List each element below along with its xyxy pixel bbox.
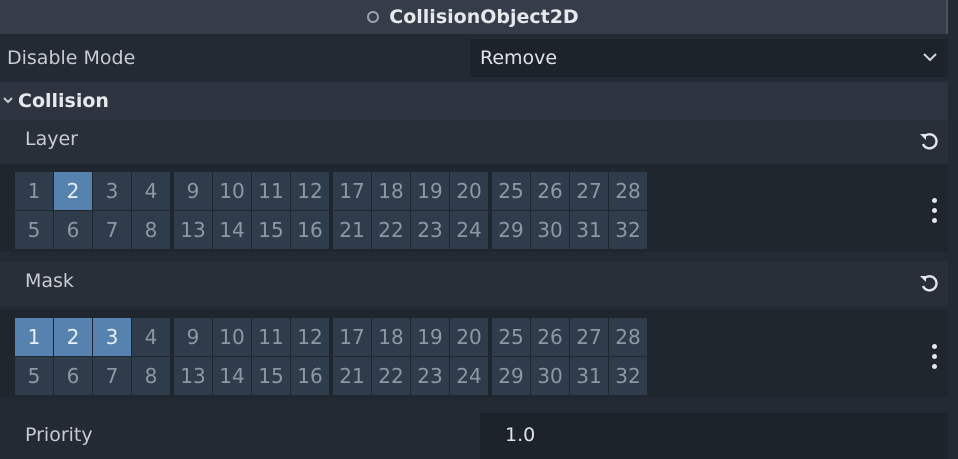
mask-bit-12[interactable]: 12 xyxy=(291,318,329,356)
more-options-icon[interactable] xyxy=(932,198,938,224)
mask-bit-26[interactable]: 26 xyxy=(531,318,569,356)
layer-bit-22[interactable]: 22 xyxy=(372,211,410,249)
layer-bit-24[interactable]: 24 xyxy=(450,211,488,249)
mask-bit-30[interactable]: 30 xyxy=(531,357,569,395)
mask-bit-11[interactable]: 11 xyxy=(252,318,290,356)
layer-bit-23[interactable]: 23 xyxy=(411,211,449,249)
layer-bit-11[interactable]: 11 xyxy=(252,172,290,210)
priority-row: Priority 1.0 xyxy=(0,413,948,459)
layer-bit-7[interactable]: 7 xyxy=(93,211,131,249)
layer-bit-10[interactable]: 10 xyxy=(213,172,251,210)
mask-bit-22[interactable]: 22 xyxy=(372,357,410,395)
mask-grid-area: 1 2 3 4 9 10 11 12 17 18 19 20 25 26 27 28 5 6 7 8 13 14 15 16 2… xyxy=(0,310,948,398)
mask-label: Mask xyxy=(25,270,74,292)
layer-bit-6[interactable]: 6 xyxy=(54,211,92,249)
layer-bit-12[interactable]: 12 xyxy=(291,172,329,210)
layer-bit-32[interactable]: 32 xyxy=(609,211,647,249)
layer-bit-15[interactable]: 15 xyxy=(252,211,290,249)
mask-bit-8[interactable]: 8 xyxy=(132,357,170,395)
inspector-section-header: CollisionObject2D xyxy=(0,0,948,34)
layer-grid-area: 1 2 3 4 9 10 11 12 17 18 19 20 25 26 27 28 5 6 7 8 13 14 15 16 2… xyxy=(0,164,948,252)
collision-object-icon xyxy=(367,11,380,23)
layer-bit-9[interactable]: 9 xyxy=(174,172,212,210)
layer-bit-5[interactable]: 5 xyxy=(15,211,53,249)
layer-bit-1[interactable]: 1 xyxy=(15,172,53,210)
mask-bit-5[interactable]: 5 xyxy=(15,357,53,395)
chevron-down-icon xyxy=(923,53,937,62)
layer-bit-17[interactable]: 17 xyxy=(333,172,371,210)
mask-bit-15[interactable]: 15 xyxy=(252,357,290,395)
mask-bit-9[interactable]: 9 xyxy=(174,318,212,356)
priority-value: 1.0 xyxy=(505,424,536,446)
mask-bit-18[interactable]: 18 xyxy=(372,318,410,356)
layer-bit-29[interactable]: 29 xyxy=(492,211,530,249)
disable-mode-value: Remove xyxy=(480,47,558,69)
mask-bit-24[interactable]: 24 xyxy=(450,357,488,395)
layer-bit-3[interactable]: 3 xyxy=(93,172,131,210)
layer-label-row: Layer xyxy=(0,120,948,164)
disable-mode-row: Disable Mode Remove xyxy=(0,39,948,77)
layer-bit-8[interactable]: 8 xyxy=(132,211,170,249)
more-options-icon[interactable] xyxy=(932,344,938,370)
mask-bit-25[interactable]: 25 xyxy=(492,318,530,356)
layer-bit-30[interactable]: 30 xyxy=(531,211,569,249)
mask-bit-20[interactable]: 20 xyxy=(450,318,488,356)
layer-bit-25[interactable]: 25 xyxy=(492,172,530,210)
mask-bit-7[interactable]: 7 xyxy=(93,357,131,395)
layer-bit-13[interactable]: 13 xyxy=(174,211,212,249)
mask-bit-32[interactable]: 32 xyxy=(609,357,647,395)
layer-label: Layer xyxy=(25,128,78,150)
layer-bit-27[interactable]: 27 xyxy=(570,172,608,210)
mask-bit-14[interactable]: 14 xyxy=(213,357,251,395)
mask-bit-19[interactable]: 19 xyxy=(411,318,449,356)
collision-group-title: Collision xyxy=(18,90,109,112)
priority-field[interactable]: 1.0 xyxy=(480,413,948,459)
mask-bit-6[interactable]: 6 xyxy=(54,357,92,395)
mask-bit-4[interactable]: 4 xyxy=(132,318,170,356)
layer-bit-19[interactable]: 19 xyxy=(411,172,449,210)
layer-bit-31[interactable]: 31 xyxy=(570,211,608,249)
mask-bit-29[interactable]: 29 xyxy=(492,357,530,395)
mask-bit-23[interactable]: 23 xyxy=(411,357,449,395)
section-title: CollisionObject2D xyxy=(389,6,579,28)
layer-bit-4[interactable]: 4 xyxy=(132,172,170,210)
mask-bit-17[interactable]: 17 xyxy=(333,318,371,356)
layer-bit-28[interactable]: 28 xyxy=(609,172,647,210)
mask-bit-16[interactable]: 16 xyxy=(291,357,329,395)
layer-bit-14[interactable]: 14 xyxy=(213,211,251,249)
layer-bit-20[interactable]: 20 xyxy=(450,172,488,210)
mask-bit-10[interactable]: 10 xyxy=(213,318,251,356)
disable-mode-label: Disable Mode xyxy=(7,47,136,69)
layer-bit-18[interactable]: 18 xyxy=(372,172,410,210)
mask-bit-28[interactable]: 28 xyxy=(609,318,647,356)
mask-bit-3[interactable]: 3 xyxy=(93,318,131,356)
mask-bit-31[interactable]: 31 xyxy=(570,357,608,395)
layer-bit-21[interactable]: 21 xyxy=(333,211,371,249)
mask-bit-13[interactable]: 13 xyxy=(174,357,212,395)
reset-icon[interactable] xyxy=(918,272,940,294)
layer-bit-16[interactable]: 16 xyxy=(291,211,329,249)
mask-bit-2[interactable]: 2 xyxy=(54,318,92,356)
disable-mode-dropdown[interactable]: Remove xyxy=(470,39,948,77)
layer-bit-26[interactable]: 26 xyxy=(531,172,569,210)
collision-group-header[interactable]: Collision xyxy=(0,82,948,120)
chevron-down-icon xyxy=(3,97,13,104)
mask-label-row: Mask xyxy=(0,262,948,306)
reset-icon[interactable] xyxy=(918,130,940,152)
layer-bit-2[interactable]: 2 xyxy=(54,172,92,210)
mask-bit-27[interactable]: 27 xyxy=(570,318,608,356)
mask-bit-21[interactable]: 21 xyxy=(333,357,371,395)
mask-bit-1[interactable]: 1 xyxy=(15,318,53,356)
priority-label: Priority xyxy=(25,424,93,446)
